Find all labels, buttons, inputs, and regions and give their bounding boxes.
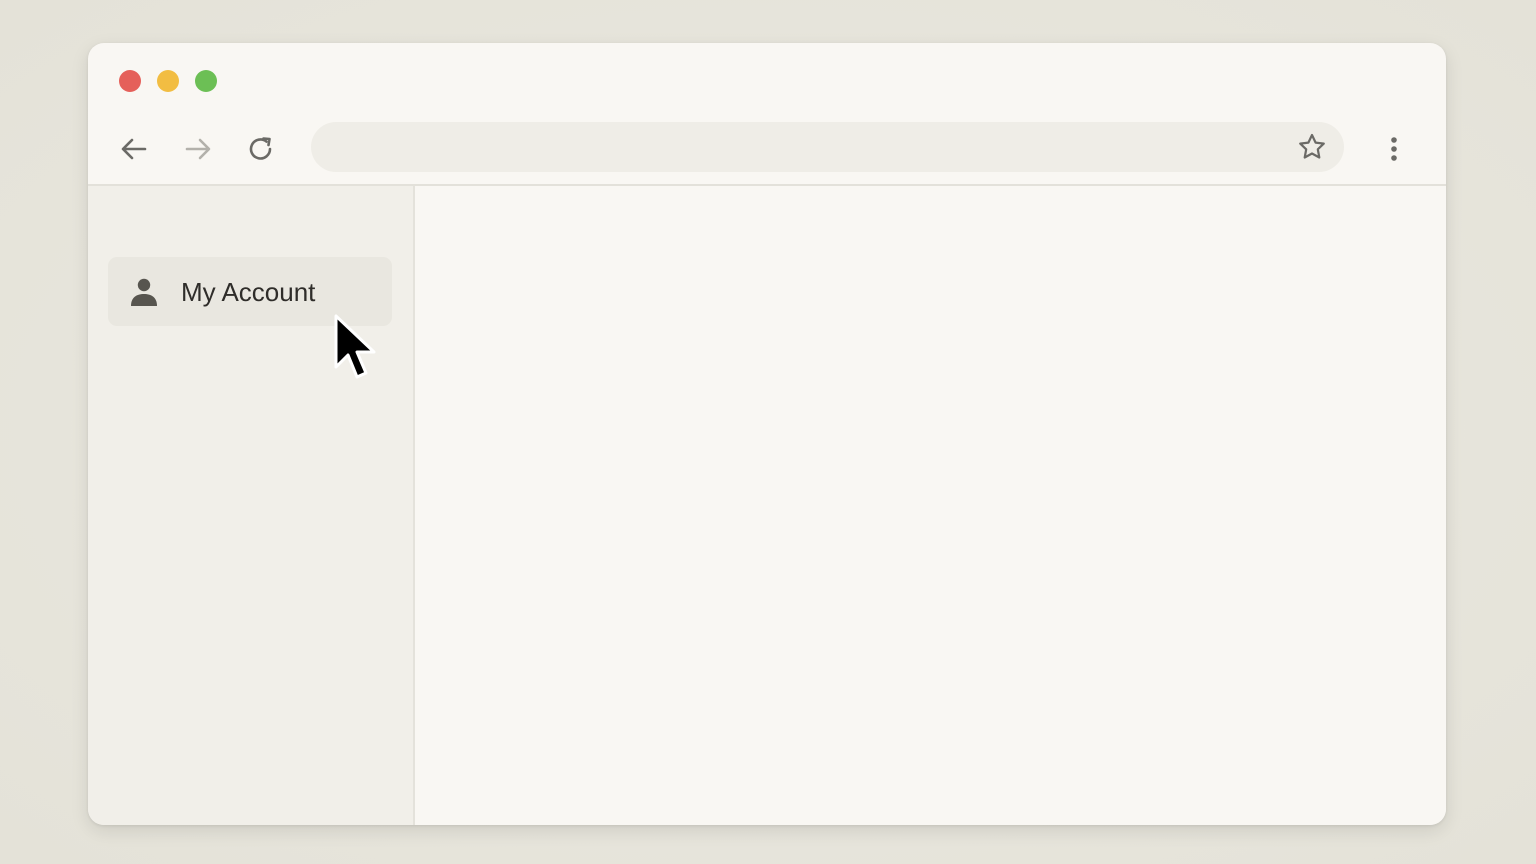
bookmark-button[interactable] xyxy=(1294,129,1330,165)
browser-toolbar xyxy=(88,119,1446,186)
kebab-menu-icon xyxy=(1391,137,1397,161)
back-button[interactable] xyxy=(114,129,154,169)
title-bar xyxy=(88,43,1446,119)
browser-menu-button[interactable] xyxy=(1374,129,1414,169)
browser-window: My Account xyxy=(88,43,1446,825)
forward-button[interactable] xyxy=(178,129,218,169)
sidebar-item-label: My Account xyxy=(181,277,316,307)
minimize-window-button[interactable] xyxy=(157,70,179,92)
person-icon xyxy=(131,278,157,306)
star-icon xyxy=(1299,133,1325,159)
reload-button[interactable] xyxy=(241,129,281,169)
sidebar-item-my-account[interactable]: My Account xyxy=(108,257,392,326)
reload-icon xyxy=(249,137,272,160)
desktop-background: My Account xyxy=(0,0,1536,864)
close-window-button[interactable] xyxy=(119,70,141,92)
address-bar[interactable] xyxy=(311,122,1344,174)
arrow-right-icon xyxy=(185,138,211,160)
arrow-left-icon xyxy=(121,138,147,160)
maximize-window-button[interactable] xyxy=(195,70,217,92)
sidebar: My Account xyxy=(88,186,415,825)
address-input[interactable] xyxy=(333,122,1277,174)
main-content xyxy=(415,186,1446,825)
